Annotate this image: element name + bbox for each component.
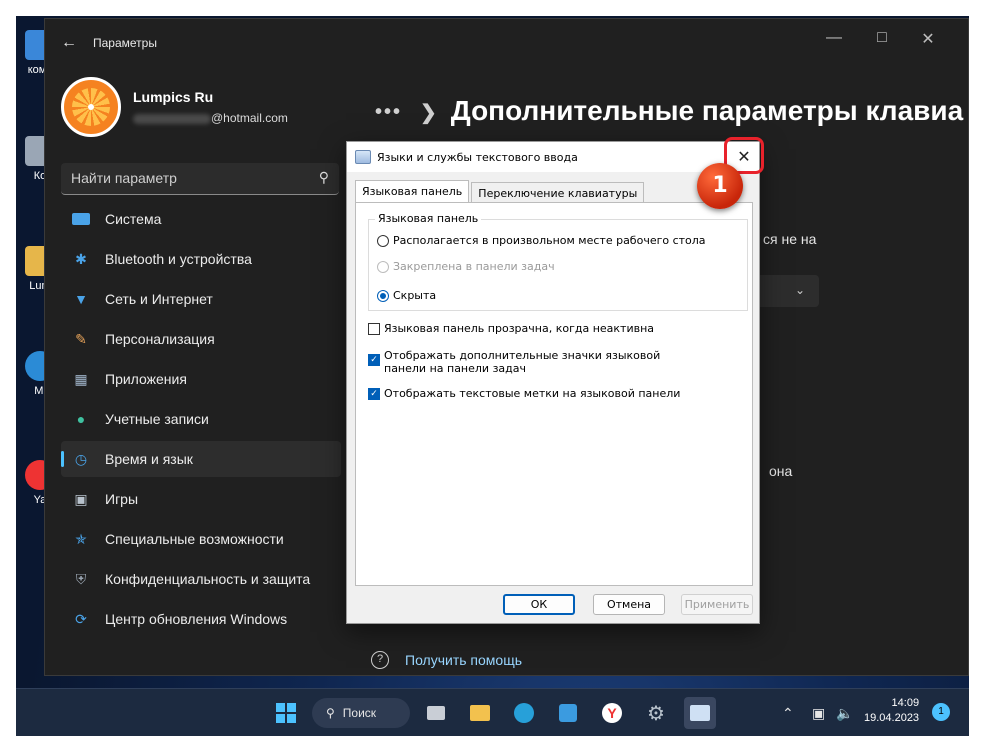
settings-nav: Система ✱ Bluetooth и устройства ▼ Сеть … — [61, 201, 341, 641]
notification-badge[interactable]: 1 — [932, 703, 950, 721]
chevron-right-icon: ❯ — [420, 102, 437, 125]
nav-item-system[interactable]: Система — [61, 201, 341, 237]
window-title: Параметры — [93, 36, 157, 50]
blurred-email-prefix — [133, 113, 211, 124]
language-bar-group: Языковая панель Располагается в произвол… — [368, 212, 748, 311]
checkbox — [368, 322, 380, 335]
file-explorer-icon[interactable] — [466, 699, 494, 727]
nav-item-gaming[interactable]: ▣ Игры — [61, 481, 341, 517]
minimize-button[interactable]: — — [819, 29, 849, 47]
nav-item-bluetooth[interactable]: ✱ Bluetooth и устройства — [61, 241, 341, 277]
nav-item-apps[interactable]: ▦ Приложения — [61, 361, 341, 397]
step-badge: 1 — [697, 163, 743, 209]
yandex-taskbar-icon[interactable]: Y — [598, 699, 626, 727]
profile-email: @hotmail.com — [133, 111, 288, 125]
monitor-icon — [71, 210, 91, 228]
search-icon: ⚲ — [326, 706, 335, 720]
nav-item-accessibility[interactable]: ✯ Специальные возможности — [61, 521, 341, 557]
clock-time: 14:09 — [891, 697, 920, 709]
radio-docked-taskbar: Закреплена в панели задач — [377, 260, 555, 273]
page-title: ••• ❯ Дополнительные параметры клавиа — [375, 95, 964, 126]
language-settings-taskbar-icon[interactable] — [684, 697, 716, 729]
wifi-icon: ▼ — [74, 291, 88, 307]
search-icon: ⚲ — [318, 169, 329, 185]
task-view-icon[interactable] — [422, 699, 450, 727]
profile-name: Lumpics Ru — [133, 89, 214, 105]
dialog-title: Языки и службы текстового ввода — [377, 150, 578, 164]
store-icon[interactable] — [554, 699, 582, 727]
taskbar: ⚲ Поиск Y ⚙ ⌃ ▣ 🔈 14:09 19.04.2023 1 — [16, 688, 969, 736]
nav-item-network[interactable]: ▼ Сеть и Интернет — [61, 281, 341, 317]
volume-icon[interactable]: 🔈 — [836, 705, 853, 722]
gamepad-icon: ▣ — [74, 490, 88, 507]
windows-logo-icon — [276, 703, 296, 723]
nav-item-windows-update[interactable]: ⟳ Центр обновления Windows — [61, 601, 341, 637]
background-dropdown[interactable]: ⌄ — [753, 275, 819, 307]
checkbox-checked: ✓ — [368, 387, 380, 400]
start-button[interactable] — [272, 699, 300, 727]
dialog-titlebar: Языки и службы текстового ввода — [347, 142, 759, 172]
nav-item-accounts[interactable]: ● Учетные записи — [61, 401, 341, 437]
tab-language-bar[interactable]: Языковая панель — [355, 180, 470, 204]
back-arrow-icon[interactable]: ← — [61, 34, 81, 52]
settings-taskbar-icon[interactable]: ⚙ — [642, 699, 670, 727]
chevron-down-icon: ⌄ — [794, 283, 805, 297]
nav-item-personalization[interactable]: ✎ Персонализация — [61, 321, 341, 357]
brush-icon: ✎ — [75, 330, 87, 347]
text-services-dialog: Языки и службы текстового ввода ✕ Языков… — [346, 141, 760, 624]
help-link[interactable]: ? Получить помощь — [371, 651, 522, 669]
settings-search-input[interactable]: Найти параметр ⚲ — [61, 163, 339, 195]
apply-button: Применить — [681, 594, 753, 615]
bluetooth-icon: ✱ — [75, 250, 87, 267]
clock-date: 19.04.2023 — [864, 712, 920, 724]
cancel-button[interactable]: Отмена — [593, 594, 665, 615]
accessibility-icon: ✯ — [75, 530, 87, 547]
checkbox-extra-icons[interactable]: ✓ Отображать дополнительные значки языко… — [368, 349, 698, 375]
edge-taskbar-icon[interactable] — [510, 699, 538, 727]
background-text-1: ся не на — [763, 231, 817, 247]
update-icon: ⟳ — [75, 610, 87, 627]
dialog-tabs: Языковая панель Переключение клавиатуры — [355, 180, 646, 206]
nav-item-privacy[interactable]: ⛨ Конфиденциальность и защита — [61, 561, 341, 597]
radio-button-selected — [377, 289, 389, 302]
radio-button — [377, 260, 389, 273]
profile-card[interactable]: Lumpics Ru @hotmail.com — [61, 77, 288, 137]
close-window-button[interactable]: ✕ — [913, 29, 943, 49]
taskbar-search[interactable]: ⚲ Поиск — [312, 698, 410, 728]
globe-clock-icon: ◷ — [74, 450, 88, 467]
group-label: Языковая панель — [375, 212, 482, 225]
background-text-2: она — [769, 463, 793, 479]
radio-floating[interactable]: Располагается в произвольном месте рабоч… — [377, 234, 706, 247]
keyboard-icon — [355, 150, 371, 164]
more-icon[interactable]: ••• — [375, 101, 402, 123]
maximize-button[interactable]: □ — [867, 29, 897, 47]
nav-item-time-language[interactable]: ◷ Время и язык — [61, 441, 341, 477]
clock[interactable]: 14:09 19.04.2023 — [864, 696, 919, 726]
checkbox-transparent[interactable]: Языковая панель прозрачна, когда неактив… — [368, 322, 654, 335]
radio-hidden[interactable]: Скрыта — [377, 289, 436, 302]
help-icon: ? — [371, 651, 389, 669]
network-icon[interactable]: ▣ — [812, 705, 825, 722]
ok-button[interactable]: ОК — [503, 594, 575, 615]
tab-panel: Языковая панель Располагается в произвол… — [355, 202, 753, 586]
apps-icon: ▦ — [74, 370, 88, 387]
dialog-buttons: ОК Отмена Применить — [485, 594, 753, 615]
shield-icon: ⛨ — [75, 570, 87, 587]
checkbox-text-labels[interactable]: ✓ Отображать текстовые метки на языковой… — [368, 387, 680, 400]
chevron-up-icon[interactable]: ⌃ — [782, 705, 794, 722]
checkbox-checked: ✓ — [368, 354, 380, 366]
avatar — [61, 77, 121, 137]
radio-button — [377, 234, 389, 247]
person-icon: ● — [76, 411, 86, 427]
